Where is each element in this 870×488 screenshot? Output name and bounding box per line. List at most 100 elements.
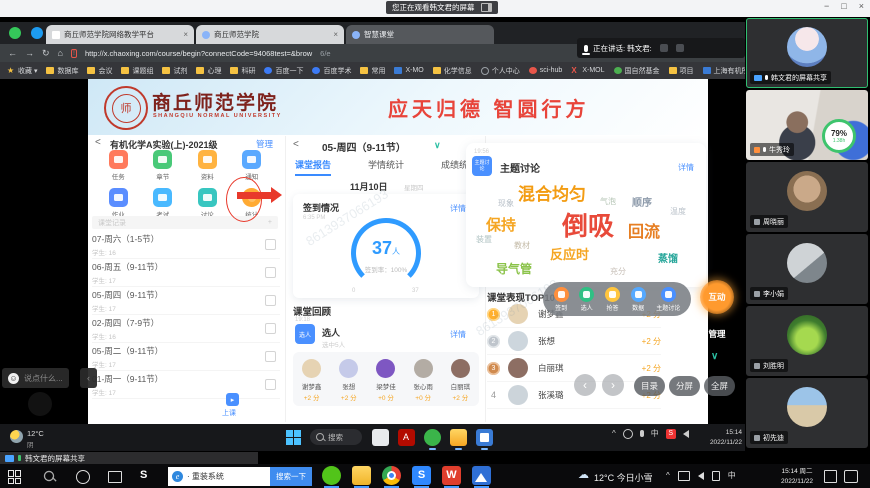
bookmark-item[interactable]: X-MOL: [571, 67, 604, 74]
taskbar-clock[interactable]: 15:14 周二 2022/11/22: [776, 467, 818, 487]
toolbar-activity-button[interactable]: 签到: [554, 287, 569, 312]
bookmark-item[interactable]: 常用: [360, 66, 385, 76]
weather-temp[interactable]: 12°C: [27, 429, 44, 438]
taskbar-clock[interactable]: 15:14 2022/11/22: [694, 428, 742, 448]
emoji-icon[interactable]: ☺: [8, 373, 19, 384]
view-pill-button[interactable]: 分屏: [669, 376, 700, 396]
search-box-text[interactable]: · 重装系统: [187, 471, 270, 482]
bookmark-item[interactable]: 项目: [669, 66, 694, 76]
taskbar-search-box[interactable]: e · 重装系统 搜索一下: [168, 467, 312, 486]
minimize-button[interactable]: −: [824, 1, 829, 11]
chrome-icon[interactable]: [382, 466, 401, 485]
meeting-app-icon[interactable]: [476, 429, 493, 446]
tab-close-icon[interactable]: ×: [333, 30, 338, 39]
bookmark-item[interactable]: 课题组: [121, 66, 153, 76]
green-app-icon[interactable]: [322, 466, 341, 485]
bookmark-item[interactable]: 化学信息: [433, 66, 472, 76]
bookmark-item[interactable]: X-MO: [394, 67, 423, 74]
browser-tab[interactable]: 商丘师范学院网络教学平台 ×: [46, 25, 194, 44]
toast-action-icon[interactable]: [660, 44, 668, 52]
address-bar[interactable]: http://x.chaoxing.com/course/begin?conne…: [85, 49, 312, 58]
pdf-app-icon[interactable]: [398, 429, 415, 446]
bookmark-item[interactable]: 上海有机所: [703, 66, 746, 76]
add-record-icon[interactable]: +: [268, 219, 272, 226]
bookmark-item[interactable]: sci-hub: [529, 67, 563, 74]
usb-icon[interactable]: [712, 471, 720, 481]
taskbar-search[interactable]: 搜索: [310, 429, 362, 445]
tray-chevron-icon[interactable]: ^: [666, 471, 670, 480]
course-manage-link[interactable]: 管理: [256, 138, 273, 150]
close-button[interactable]: ×: [859, 1, 864, 11]
display-icon[interactable]: [678, 471, 690, 481]
session-dropdown-icon[interactable]: ∨: [434, 140, 441, 151]
toolbar-activity-button[interactable]: 主题讨论: [656, 287, 680, 312]
touch-keyboard-icon[interactable]: [844, 470, 858, 483]
bookmark-item[interactable]: 心理: [196, 66, 221, 76]
session-item[interactable]: 02-周四（7-9节） 学生: 16: [92, 315, 280, 343]
prev-page-button[interactable]: ‹: [574, 374, 596, 396]
session-item[interactable]: 06-周五（9-11节） 学生: 17: [92, 259, 280, 287]
tray-chevron-icon[interactable]: ^: [612, 429, 616, 438]
weather-cloud-icon[interactable]: ☁: [578, 468, 589, 481]
floating-button[interactable]: 管理: [700, 317, 734, 351]
toolbar-activity-button[interactable]: 抢答: [605, 287, 620, 312]
course-module[interactable]: 章节: [141, 150, 186, 181]
collapse-chevron-icon[interactable]: ∨: [711, 351, 718, 362]
bookmark-item[interactable]: 数据库: [46, 66, 78, 76]
sogou-tray-icon[interactable]: S: [666, 429, 676, 439]
bookmark-item[interactable]: 国自然基金: [614, 66, 660, 76]
notification-center-icon[interactable]: [824, 470, 837, 483]
weather-text[interactable]: 12°C 今日小雪: [594, 471, 653, 484]
chat-extra-button[interactable]: [28, 392, 52, 416]
weather-icon[interactable]: [10, 430, 23, 443]
participant-tile[interactable]: 刘胜明: [746, 306, 868, 376]
course-module[interactable]: 作业: [96, 188, 141, 219]
course-module[interactable]: 讨论: [185, 188, 230, 219]
participant-tile[interactable]: 李小娟: [746, 234, 868, 304]
next-page-button[interactable]: ›: [602, 374, 624, 396]
start-button[interactable]: [286, 430, 301, 445]
search-submit-button[interactable]: 搜索一下: [270, 467, 312, 486]
volume-icon[interactable]: [683, 430, 689, 438]
tab-close-icon[interactable]: ×: [183, 30, 188, 39]
bookmark-item[interactable]: 百度学术: [312, 66, 351, 76]
chat-collapse-button[interactable]: ‹: [80, 368, 97, 388]
browser-tab[interactable]: 商丘师范学院 ×: [196, 25, 344, 44]
session-more-icon[interactable]: [265, 351, 276, 362]
session-item[interactable]: 07-周六（1-5节） 学生: 16: [92, 231, 280, 259]
session-item[interactable]: 01-周一（9-11节） 学生: 17: [92, 371, 280, 399]
not-secure-icon[interactable]: !: [71, 49, 77, 58]
session-more-icon[interactable]: [265, 379, 276, 390]
view-pill-button[interactable]: 全屏: [704, 376, 735, 396]
checkin-detail-link[interactable]: 详情: [450, 203, 466, 214]
report-back-button[interactable]: <: [293, 139, 299, 150]
toast-reply-icon[interactable]: [676, 44, 684, 52]
start-button[interactable]: [8, 470, 22, 484]
cortana-icon[interactable]: [76, 470, 90, 484]
danmaku-input[interactable]: ☺ 说点什么...: [2, 368, 69, 388]
bookmark-item[interactable]: 个人中心: [481, 66, 520, 76]
session-more-icon[interactable]: [265, 323, 276, 334]
participant-tile[interactable]: 初先迪: [746, 378, 868, 448]
layout-switch-icon[interactable]: [481, 3, 492, 12]
xuexitong-app-icon[interactable]: [424, 429, 441, 446]
home-icon[interactable]: ⌂: [58, 48, 63, 58]
explorer-icon[interactable]: [352, 466, 371, 485]
start-class-button[interactable]: ▸: [226, 393, 239, 406]
session-item[interactable]: 05-周二（9-11节） 学生: 17: [92, 343, 280, 371]
course-back-button[interactable]: <: [95, 137, 101, 148]
session-more-icon[interactable]: [265, 267, 276, 278]
bookmark-item[interactable]: 试剂: [162, 66, 187, 76]
session-more-icon[interactable]: [265, 295, 276, 306]
sogou-browser-icon[interactable]: S: [412, 466, 431, 485]
task-view-icon[interactable]: [108, 471, 122, 483]
browser-tab[interactable]: 智慧课堂: [346, 25, 494, 44]
session-more-icon[interactable]: [265, 239, 276, 250]
folder-icon[interactable]: [450, 429, 467, 446]
forward-icon[interactable]: →: [25, 48, 34, 58]
course-module[interactable]: 考试: [141, 188, 186, 219]
bookmark-item[interactable]: 百度一下: [264, 66, 303, 76]
course-module[interactable]: 资料: [185, 150, 230, 181]
mic-icon[interactable]: [640, 430, 644, 437]
explorer-icon[interactable]: [372, 429, 389, 446]
